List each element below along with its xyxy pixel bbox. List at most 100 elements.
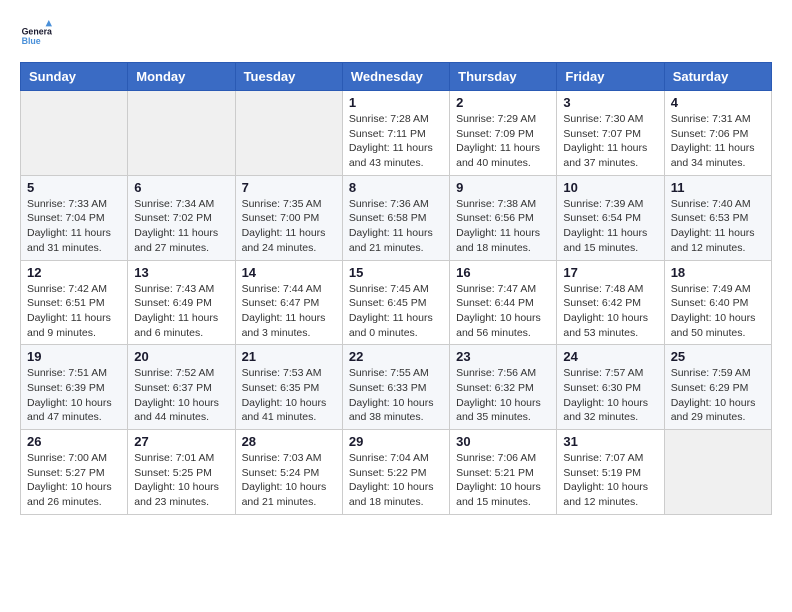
- day-info: Sunrise: 7:04 AM Sunset: 5:22 PM Dayligh…: [349, 451, 443, 510]
- weekday-header-friday: Friday: [557, 63, 664, 91]
- day-number: 10: [563, 180, 657, 195]
- day-info: Sunrise: 7:49 AM Sunset: 6:40 PM Dayligh…: [671, 282, 765, 341]
- weekday-header-thursday: Thursday: [450, 63, 557, 91]
- day-info: Sunrise: 7:55 AM Sunset: 6:33 PM Dayligh…: [349, 366, 443, 425]
- day-info: Sunrise: 7:29 AM Sunset: 7:09 PM Dayligh…: [456, 112, 550, 171]
- calendar-cell: 12 Sunrise: 7:42 AM Sunset: 6:51 PM Dayli…: [21, 260, 128, 345]
- day-number: 29: [349, 434, 443, 449]
- day-number: 24: [563, 349, 657, 364]
- day-number: 8: [349, 180, 443, 195]
- calendar-cell: 19 Sunrise: 7:51 AM Sunset: 6:39 PM Dayli…: [21, 345, 128, 430]
- calendar-cell: 14 Sunrise: 7:44 AM Sunset: 6:47 PM Dayli…: [235, 260, 342, 345]
- day-info: Sunrise: 7:42 AM Sunset: 6:51 PM Dayligh…: [27, 282, 121, 341]
- day-info: Sunrise: 7:36 AM Sunset: 6:58 PM Dayligh…: [349, 197, 443, 256]
- day-number: 14: [242, 265, 336, 280]
- day-number: 23: [456, 349, 550, 364]
- calendar-cell: 30Sunrise: 7:06 AM Sunset: 5:21 PM Dayli…: [450, 430, 557, 515]
- calendar-cell: 1 Sunrise: 7:28 AM Sunset: 7:11 PM Daylig…: [342, 91, 449, 176]
- calendar-cell: 26 Sunrise: 7:00 AM Sunset: 5:27 PM Dayli…: [21, 430, 128, 515]
- day-number: 1: [349, 95, 443, 110]
- day-number: 3: [563, 95, 657, 110]
- page-header: General Blue: [20, 20, 772, 52]
- day-number: 28: [242, 434, 336, 449]
- day-info: Sunrise: 7:40 AM Sunset: 6:53 PM Dayligh…: [671, 197, 765, 256]
- day-info: Sunrise: 7:35 AM Sunset: 7:00 PM Dayligh…: [242, 197, 336, 256]
- day-info: Sunrise: 7:39 AM Sunset: 6:54 PM Dayligh…: [563, 197, 657, 256]
- day-info: Sunrise: 7:56 AM Sunset: 6:32 PM Dayligh…: [456, 366, 550, 425]
- day-info: Sunrise: 7:07 AM Sunset: 5:19 PM Dayligh…: [563, 451, 657, 510]
- logo: General Blue: [20, 20, 52, 52]
- calendar-cell: [235, 91, 342, 176]
- day-info: Sunrise: 7:53 AM Sunset: 6:35 PM Dayligh…: [242, 366, 336, 425]
- calendar-cell: 17Sunrise: 7:48 AM Sunset: 6:42 PM Dayli…: [557, 260, 664, 345]
- day-info: Sunrise: 7:31 AM Sunset: 7:06 PM Dayligh…: [671, 112, 765, 171]
- day-info: Sunrise: 7:43 AM Sunset: 6:49 PM Dayligh…: [134, 282, 228, 341]
- day-number: 2: [456, 95, 550, 110]
- day-info: Sunrise: 7:52 AM Sunset: 6:37 PM Dayligh…: [134, 366, 228, 425]
- calendar-cell: 7 Sunrise: 7:35 AM Sunset: 7:00 PM Daylig…: [235, 175, 342, 260]
- calendar-cell: 21 Sunrise: 7:53 AM Sunset: 6:35 PM Dayli…: [235, 345, 342, 430]
- day-info: Sunrise: 7:38 AM Sunset: 6:56 PM Dayligh…: [456, 197, 550, 256]
- calendar-cell: 5Sunrise: 7:33 AM Sunset: 7:04 PM Daylig…: [21, 175, 128, 260]
- calendar-cell: 4 Sunrise: 7:31 AM Sunset: 7:06 PM Daylig…: [664, 91, 771, 176]
- calendar-cell: 10 Sunrise: 7:39 AM Sunset: 6:54 PM Dayli…: [557, 175, 664, 260]
- calendar-cell: 13 Sunrise: 7:43 AM Sunset: 6:49 PM Dayli…: [128, 260, 235, 345]
- weekday-header-saturday: Saturday: [664, 63, 771, 91]
- day-number: 7: [242, 180, 336, 195]
- day-number: 31: [563, 434, 657, 449]
- day-number: 4: [671, 95, 765, 110]
- calendar-cell: 15Sunrise: 7:45 AM Sunset: 6:45 PM Dayli…: [342, 260, 449, 345]
- day-info: Sunrise: 7:51 AM Sunset: 6:39 PM Dayligh…: [27, 366, 121, 425]
- calendar-cell: 20 Sunrise: 7:52 AM Sunset: 6:37 PM Dayli…: [128, 345, 235, 430]
- calendar-cell: 11 Sunrise: 7:40 AM Sunset: 6:53 PM Dayli…: [664, 175, 771, 260]
- day-number: 25: [671, 349, 765, 364]
- calendar-cell: 2 Sunrise: 7:29 AM Sunset: 7:09 PM Daylig…: [450, 91, 557, 176]
- calendar-cell: 3 Sunrise: 7:30 AM Sunset: 7:07 PM Daylig…: [557, 91, 664, 176]
- weekday-header-sunday: Sunday: [21, 63, 128, 91]
- day-info: Sunrise: 7:59 AM Sunset: 6:29 PM Dayligh…: [671, 366, 765, 425]
- day-info: Sunrise: 7:30 AM Sunset: 7:07 PM Dayligh…: [563, 112, 657, 171]
- day-info: Sunrise: 7:45 AM Sunset: 6:45 PM Dayligh…: [349, 282, 443, 341]
- day-number: 12: [27, 265, 121, 280]
- day-info: Sunrise: 7:28 AM Sunset: 7:11 PM Dayligh…: [349, 112, 443, 171]
- week-row-3: 12 Sunrise: 7:42 AM Sunset: 6:51 PM Dayli…: [21, 260, 772, 345]
- weekday-header-wednesday: Wednesday: [342, 63, 449, 91]
- day-number: 5: [27, 180, 121, 195]
- day-number: 13: [134, 265, 228, 280]
- calendar-cell: 16Sunrise: 7:47 AM Sunset: 6:44 PM Dayli…: [450, 260, 557, 345]
- calendar-cell: 31 Sunrise: 7:07 AM Sunset: 5:19 PM Dayli…: [557, 430, 664, 515]
- day-number: 16: [456, 265, 550, 280]
- calendar-cell: [128, 91, 235, 176]
- day-info: Sunrise: 7:34 AM Sunset: 7:02 PM Dayligh…: [134, 197, 228, 256]
- calendar-cell: 6Sunrise: 7:34 AM Sunset: 7:02 PM Daylig…: [128, 175, 235, 260]
- calendar-cell: 24 Sunrise: 7:57 AM Sunset: 6:30 PM Dayli…: [557, 345, 664, 430]
- day-number: 11: [671, 180, 765, 195]
- day-number: 26: [27, 434, 121, 449]
- logo-icon: General Blue: [20, 20, 52, 52]
- day-info: Sunrise: 7:48 AM Sunset: 6:42 PM Dayligh…: [563, 282, 657, 341]
- day-number: 27: [134, 434, 228, 449]
- calendar-cell: 27 Sunrise: 7:01 AM Sunset: 5:25 PM Dayli…: [128, 430, 235, 515]
- svg-text:General: General: [22, 26, 52, 36]
- day-info: Sunrise: 7:00 AM Sunset: 5:27 PM Dayligh…: [27, 451, 121, 510]
- week-row-2: 5Sunrise: 7:33 AM Sunset: 7:04 PM Daylig…: [21, 175, 772, 260]
- day-number: 30: [456, 434, 550, 449]
- weekday-header-row: SundayMondayTuesdayWednesdayThursdayFrid…: [21, 63, 772, 91]
- day-info: Sunrise: 7:44 AM Sunset: 6:47 PM Dayligh…: [242, 282, 336, 341]
- day-number: 20: [134, 349, 228, 364]
- svg-text:Blue: Blue: [22, 36, 41, 46]
- calendar-cell: 23 Sunrise: 7:56 AM Sunset: 6:32 PM Dayli…: [450, 345, 557, 430]
- day-number: 21: [242, 349, 336, 364]
- day-info: Sunrise: 7:01 AM Sunset: 5:25 PM Dayligh…: [134, 451, 228, 510]
- calendar-cell: 9Sunrise: 7:38 AM Sunset: 6:56 PM Daylig…: [450, 175, 557, 260]
- day-number: 19: [27, 349, 121, 364]
- day-info: Sunrise: 7:03 AM Sunset: 5:24 PM Dayligh…: [242, 451, 336, 510]
- week-row-5: 26 Sunrise: 7:00 AM Sunset: 5:27 PM Dayli…: [21, 430, 772, 515]
- calendar-cell: 25 Sunrise: 7:59 AM Sunset: 6:29 PM Dayli…: [664, 345, 771, 430]
- day-number: 22: [349, 349, 443, 364]
- calendar-cell: [21, 91, 128, 176]
- calendar-cell: 28 Sunrise: 7:03 AM Sunset: 5:24 PM Dayli…: [235, 430, 342, 515]
- day-info: Sunrise: 7:57 AM Sunset: 6:30 PM Dayligh…: [563, 366, 657, 425]
- weekday-header-tuesday: Tuesday: [235, 63, 342, 91]
- weekday-header-monday: Monday: [128, 63, 235, 91]
